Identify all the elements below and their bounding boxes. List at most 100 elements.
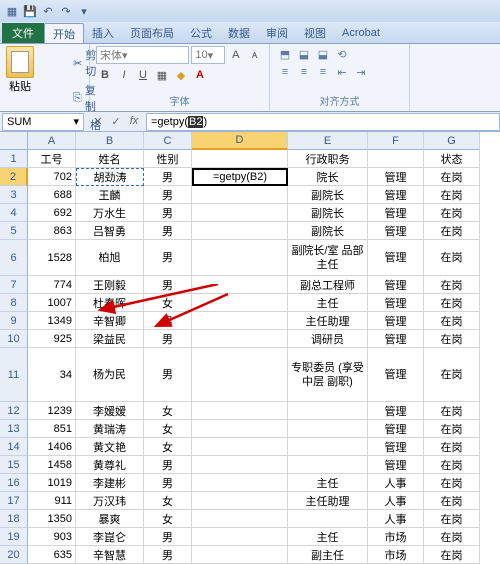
formula-bar[interactable]: =getpy(B2) [146, 113, 500, 131]
font-size-select[interactable]: 10 ▾ [191, 46, 225, 64]
row-header-16[interactable]: 16 [0, 474, 28, 492]
cell-A16[interactable]: 1019 [28, 474, 76, 492]
cell-D5[interactable] [192, 222, 288, 240]
tab-view[interactable]: 视图 [296, 23, 334, 43]
cell-A3[interactable]: 688 [28, 186, 76, 204]
cell-A6[interactable]: 1528 [28, 240, 76, 276]
tab-data[interactable]: 数据 [220, 23, 258, 43]
row-header-17[interactable]: 17 [0, 492, 28, 510]
row-header-14[interactable]: 14 [0, 438, 28, 456]
cell-E3[interactable]: 副院长 [288, 186, 368, 204]
tab-acrobat[interactable]: Acrobat [334, 23, 388, 43]
undo-icon[interactable]: ↶ [40, 3, 56, 19]
col-header-B[interactable]: B [76, 132, 144, 150]
cell-F12[interactable]: 管理 [368, 402, 424, 420]
cell-D12[interactable] [192, 402, 288, 420]
row-header-2[interactable]: 2 [0, 168, 28, 186]
cell-A10[interactable]: 925 [28, 330, 76, 348]
cell-A19[interactable]: 903 [28, 528, 76, 546]
cell-A7[interactable]: 774 [28, 276, 76, 294]
cell-D20[interactable] [192, 546, 288, 564]
cell-B14[interactable]: 黄文艳 [76, 438, 144, 456]
cell-C13[interactable]: 女 [144, 420, 192, 438]
cell-F5[interactable]: 管理 [368, 222, 424, 240]
cell-D3[interactable] [192, 186, 288, 204]
cell-E16[interactable]: 主任 [288, 474, 368, 492]
indent-increase-icon[interactable]: ⇥ [352, 64, 370, 80]
cell-B19[interactable]: 李崑仑 [76, 528, 144, 546]
name-box[interactable]: SUM▾ [2, 113, 84, 131]
cell-C2[interactable]: 男 [144, 168, 192, 186]
cell-E1[interactable]: 行政职务 [288, 150, 368, 168]
cell-E11[interactable]: 专职委员 (享受中层 副职) [288, 348, 368, 402]
cell-F14[interactable]: 管理 [368, 438, 424, 456]
select-all-corner[interactable] [0, 132, 28, 150]
cell-B12[interactable]: 李嫒嫒 [76, 402, 144, 420]
cell-A13[interactable]: 851 [28, 420, 76, 438]
cell-G18[interactable]: 在岗 [424, 510, 480, 528]
cell-D4[interactable] [192, 204, 288, 222]
cell-C19[interactable]: 男 [144, 528, 192, 546]
font-color-button[interactable]: A [191, 66, 209, 84]
cell-F6[interactable]: 管理 [368, 240, 424, 276]
cell-D2[interactable]: =getpy(B2) [192, 168, 288, 186]
cell-C3[interactable]: 男 [144, 186, 192, 204]
cell-C10[interactable]: 男 [144, 330, 192, 348]
border-button[interactable]: ▦ [153, 66, 171, 84]
cell-E2[interactable]: 院长 [288, 168, 368, 186]
row-header-5[interactable]: 5 [0, 222, 28, 240]
cell-A14[interactable]: 1406 [28, 438, 76, 456]
cell-F16[interactable]: 人事 [368, 474, 424, 492]
cell-B6[interactable]: 柏旭 [76, 240, 144, 276]
indent-decrease-icon[interactable]: ⇤ [333, 64, 351, 80]
cell-B13[interactable]: 黄瑞涛 [76, 420, 144, 438]
cell-E15[interactable] [288, 456, 368, 474]
cell-C8[interactable]: 女 [144, 294, 192, 312]
align-right-icon[interactable]: ≡ [314, 64, 332, 80]
col-header-C[interactable]: C [144, 132, 192, 150]
cell-F8[interactable]: 管理 [368, 294, 424, 312]
cell-E10[interactable]: 调研员 [288, 330, 368, 348]
row-header-1[interactable]: 1 [0, 150, 28, 168]
align-center-icon[interactable]: ≡ [295, 64, 313, 80]
cell-C9[interactable]: 男 [144, 312, 192, 330]
row-header-10[interactable]: 10 [0, 330, 28, 348]
row-header-18[interactable]: 18 [0, 510, 28, 528]
cell-G6[interactable]: 在岗 [424, 240, 480, 276]
cell-G10[interactable]: 在岗 [424, 330, 480, 348]
cell-G1[interactable]: 状态 [424, 150, 480, 168]
cell-A18[interactable]: 1350 [28, 510, 76, 528]
cell-D15[interactable] [192, 456, 288, 474]
cell-A12[interactable]: 1239 [28, 402, 76, 420]
cell-A11[interactable]: 34 [28, 348, 76, 402]
cell-D6[interactable] [192, 240, 288, 276]
row-header-15[interactable]: 15 [0, 456, 28, 474]
cell-E8[interactable]: 主任 [288, 294, 368, 312]
align-middle-icon[interactable]: ⬓ [295, 46, 313, 62]
cell-B1[interactable]: 姓名 [76, 150, 144, 168]
cell-C15[interactable]: 男 [144, 456, 192, 474]
cell-D14[interactable] [192, 438, 288, 456]
cell-G11[interactable]: 在岗 [424, 348, 480, 402]
cell-F19[interactable]: 市场 [368, 528, 424, 546]
cell-D8[interactable] [192, 294, 288, 312]
row-header-20[interactable]: 20 [0, 546, 28, 564]
cell-A20[interactable]: 635 [28, 546, 76, 564]
decrease-font-icon[interactable]: ᴀ [246, 46, 263, 64]
cell-C18[interactable]: 女 [144, 510, 192, 528]
cell-G4[interactable]: 在岗 [424, 204, 480, 222]
cell-C6[interactable]: 男 [144, 240, 192, 276]
excel-icon[interactable]: ▦ [4, 3, 20, 19]
cell-C11[interactable]: 男 [144, 348, 192, 402]
cell-A5[interactable]: 863 [28, 222, 76, 240]
cell-B5[interactable]: 吕智勇 [76, 222, 144, 240]
tab-review[interactable]: 审阅 [258, 23, 296, 43]
cell-E17[interactable]: 主任助理 [288, 492, 368, 510]
cell-F9[interactable]: 管理 [368, 312, 424, 330]
cell-B11[interactable]: 杨为民 [76, 348, 144, 402]
row-header-11[interactable]: 11 [0, 348, 28, 402]
cell-A2[interactable]: 702 [28, 168, 76, 186]
cell-B16[interactable]: 李建彬 [76, 474, 144, 492]
italic-button[interactable]: I [115, 66, 133, 84]
cell-D19[interactable] [192, 528, 288, 546]
